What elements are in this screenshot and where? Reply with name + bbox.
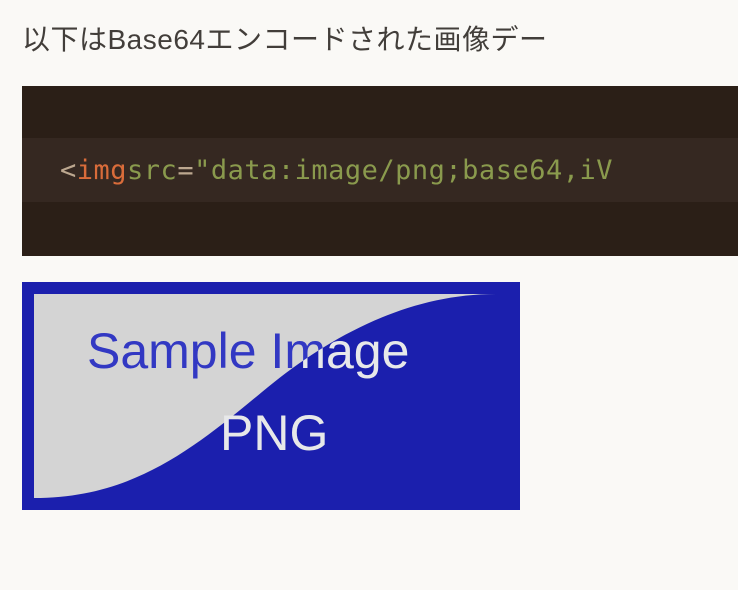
sample-image: Sample Image Sample Image PNG [22,282,520,510]
intro-text: 以下はBase64エンコードされた画像デー [22,18,738,58]
code-block: <img src="data:image/png;base64,iV [22,86,738,256]
code-line: <img src="data:image/png;base64,iV [22,138,613,202]
code-token-attr: src [127,155,177,186]
code-token-tag: img [77,155,127,186]
code-token-eq: = [177,155,194,186]
code-token-punct-open: < [60,155,77,186]
code-token-string: "data:image/png;base64,iV [194,155,613,186]
sample-image-text-line2: PNG [220,405,328,461]
sample-image-container: Sample Image Sample Image PNG [22,282,520,510]
